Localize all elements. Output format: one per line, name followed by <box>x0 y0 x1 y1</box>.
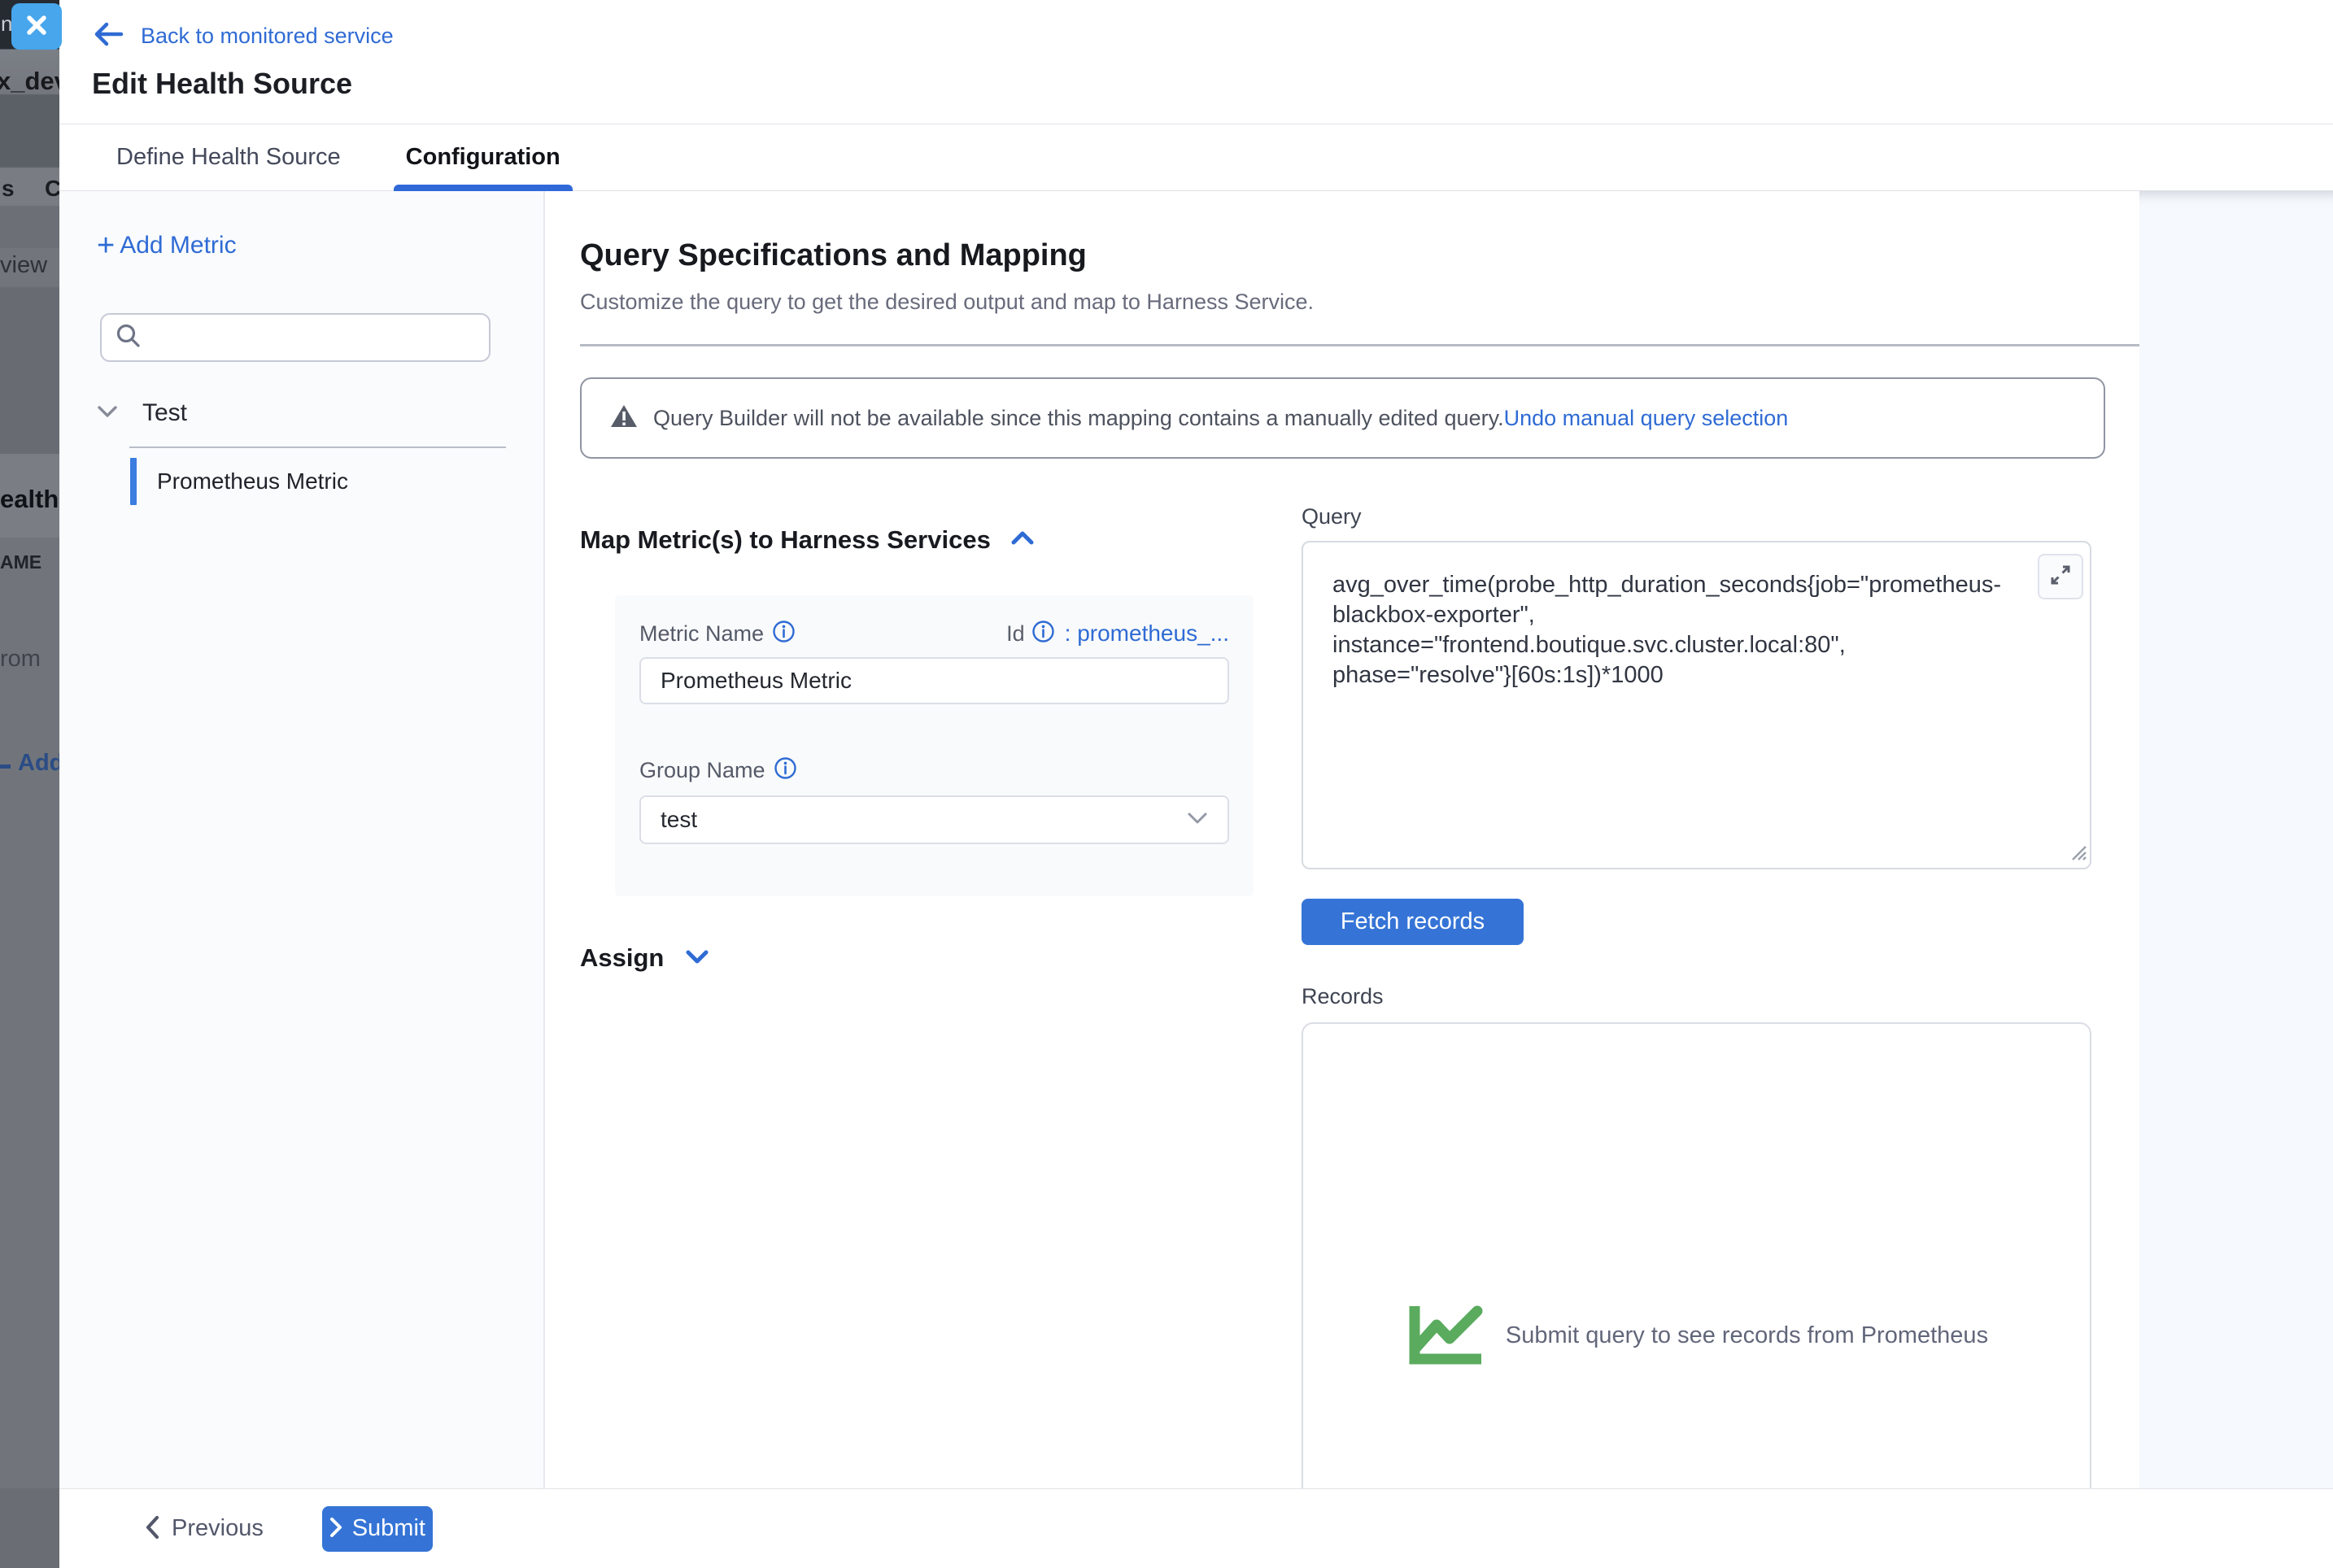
metric-name-input[interactable] <box>639 657 1229 704</box>
chevron-down-icon <box>1187 812 1208 829</box>
add-metric-label: Add Metric <box>120 232 236 259</box>
submit-button[interactable]: Submit <box>322 1506 433 1552</box>
close-icon <box>25 14 48 39</box>
query-label: Query <box>1302 504 2091 529</box>
map-metrics-title: Map Metric(s) to Harness Services <box>580 525 991 555</box>
query-editor[interactable]: avg_over_time(probe_http_duration_second… <box>1302 541 2091 869</box>
bg-fragment: view <box>0 252 47 279</box>
metric-mapping-card: Metric Name Id <box>615 595 1254 896</box>
previous-button[interactable]: Previous <box>144 1515 264 1542</box>
group-name-value: test <box>661 807 697 833</box>
add-metric-button[interactable]: + Add Metric <box>97 232 237 259</box>
metric-name-label-row: Metric Name Id <box>639 620 1229 647</box>
section-divider <box>580 344 2139 346</box>
tab-define-health-source[interactable]: Define Health Source <box>104 124 353 190</box>
info-icon[interactable] <box>1031 620 1055 647</box>
records-panel: Submit query to see records from Prometh… <box>1302 1022 2091 1488</box>
group-divider <box>129 446 506 448</box>
assign-label: Assign <box>580 943 664 973</box>
metric-item-label: Prometheus Metric <box>157 468 348 494</box>
tab-label: Configuration <box>406 144 560 171</box>
bg-fragment: AME <box>0 551 41 573</box>
drawer-body: + Add Metric Test <box>59 191 2333 1488</box>
metric-list-item-selected[interactable]: Prometheus Metric <box>97 456 543 507</box>
query-column: Query avg_over_time(probe_http_duration_… <box>1302 504 2091 1488</box>
bg-fragment: Add <box>18 750 59 777</box>
screen: nt x_dev s C view ealth S AME rom Add Ba… <box>0 0 2333 1568</box>
bg-fragment: x_dev <box>0 67 59 96</box>
drawer-title: Edit Health Source <box>92 67 2333 101</box>
records-label: Records <box>1302 984 2091 1009</box>
metric-id-link[interactable]: : prometheus_... <box>1065 621 1229 647</box>
back-link-label: Back to monitored service <box>141 24 394 49</box>
drawer-footer: Previous Submit <box>59 1488 2333 1568</box>
group-name-select[interactable]: test <box>639 795 1229 844</box>
line-chart-icon <box>1405 1300 1486 1372</box>
tab-configuration[interactable]: Configuration <box>394 124 573 190</box>
section-heading: Query Specifications and Mapping <box>580 238 2105 273</box>
info-icon[interactable] <box>774 756 797 784</box>
undo-manual-query-link[interactable]: Undo manual query selection <box>1504 406 1789 431</box>
metric-group-toggle[interactable]: Test <box>97 399 543 427</box>
chevron-right-icon <box>329 1517 342 1540</box>
metric-search-input[interactable] <box>152 325 476 351</box>
metric-group-name: Test <box>142 399 187 427</box>
section-subheading: Customize the query to get the desired o… <box>580 290 2105 315</box>
dimmed-background-page: nt x_dev s C view ealth S AME rom Add <box>0 0 59 1568</box>
records-empty-text: Submit query to see records from Prometh… <box>1506 1322 1988 1349</box>
expand-icon <box>2047 562 2074 592</box>
chevron-left-icon <box>144 1515 160 1542</box>
drawer-header: Back to monitored service Edit Health So… <box>59 0 2333 124</box>
group-name-label: Group Name <box>639 758 765 783</box>
resize-handle[interactable] <box>2066 840 2087 865</box>
expand-query-button[interactable] <box>2038 554 2083 599</box>
warning-triangle-icon <box>609 403 639 433</box>
tab-label: Define Health Source <box>116 144 341 171</box>
metric-name-label: Metric Name <box>639 621 764 647</box>
tab-bar: Define Health Source Configuration <box>59 124 2333 191</box>
edit-health-source-drawer: Back to monitored service Edit Health So… <box>59 0 2333 1568</box>
active-tab-underline <box>394 185 573 191</box>
fetch-records-button[interactable]: Fetch records <box>1302 899 1524 945</box>
bg-fragment: rom <box>0 646 41 673</box>
bg-fragment: s <box>2 176 15 202</box>
manual-query-warning-banner: Query Builder will not be available sinc… <box>580 377 2105 459</box>
warning-text: Query Builder will not be available sinc… <box>653 406 1504 431</box>
info-icon[interactable] <box>772 620 796 647</box>
map-metrics-section-toggle[interactable]: Map Metric(s) to Harness Services <box>580 525 1035 555</box>
selected-indicator-bar <box>130 458 137 505</box>
query-specifications-section: Query Specifications and Mapping Customi… <box>545 191 2139 1488</box>
submit-label: Submit <box>352 1515 425 1542</box>
chevron-down-icon <box>97 404 118 423</box>
metric-search-box[interactable] <box>100 313 491 362</box>
bg-fragment-dash <box>0 764 11 769</box>
query-text[interactable]: avg_over_time(probe_http_duration_second… <box>1332 570 2028 690</box>
back-link[interactable]: Back to monitored service <box>92 20 394 52</box>
bg-fragment: ealth S <box>0 485 59 514</box>
back-arrow-icon <box>92 20 124 53</box>
chevron-down-icon <box>685 948 709 969</box>
previous-label: Previous <box>172 1515 264 1542</box>
bg-fragment: C <box>45 176 59 202</box>
right-background-filler <box>2139 191 2333 1488</box>
id-label: Id <box>1006 621 1025 647</box>
metrics-side-panel: + Add Metric Test <box>59 191 545 1488</box>
mapping-column: Map Metric(s) to Harness Services Metric… <box>580 504 1254 973</box>
content-columns: Map Metric(s) to Harness Services Metric… <box>580 504 2105 1488</box>
close-drawer-button[interactable] <box>11 3 62 50</box>
group-name-label-row: Group Name <box>639 756 1229 784</box>
plus-icon: + <box>97 233 115 258</box>
metric-id-row: Id : prometheus_... <box>1006 620 1229 647</box>
search-icon <box>115 322 142 354</box>
assign-section-toggle[interactable]: Assign <box>580 943 709 973</box>
chevron-up-icon <box>1010 530 1035 551</box>
